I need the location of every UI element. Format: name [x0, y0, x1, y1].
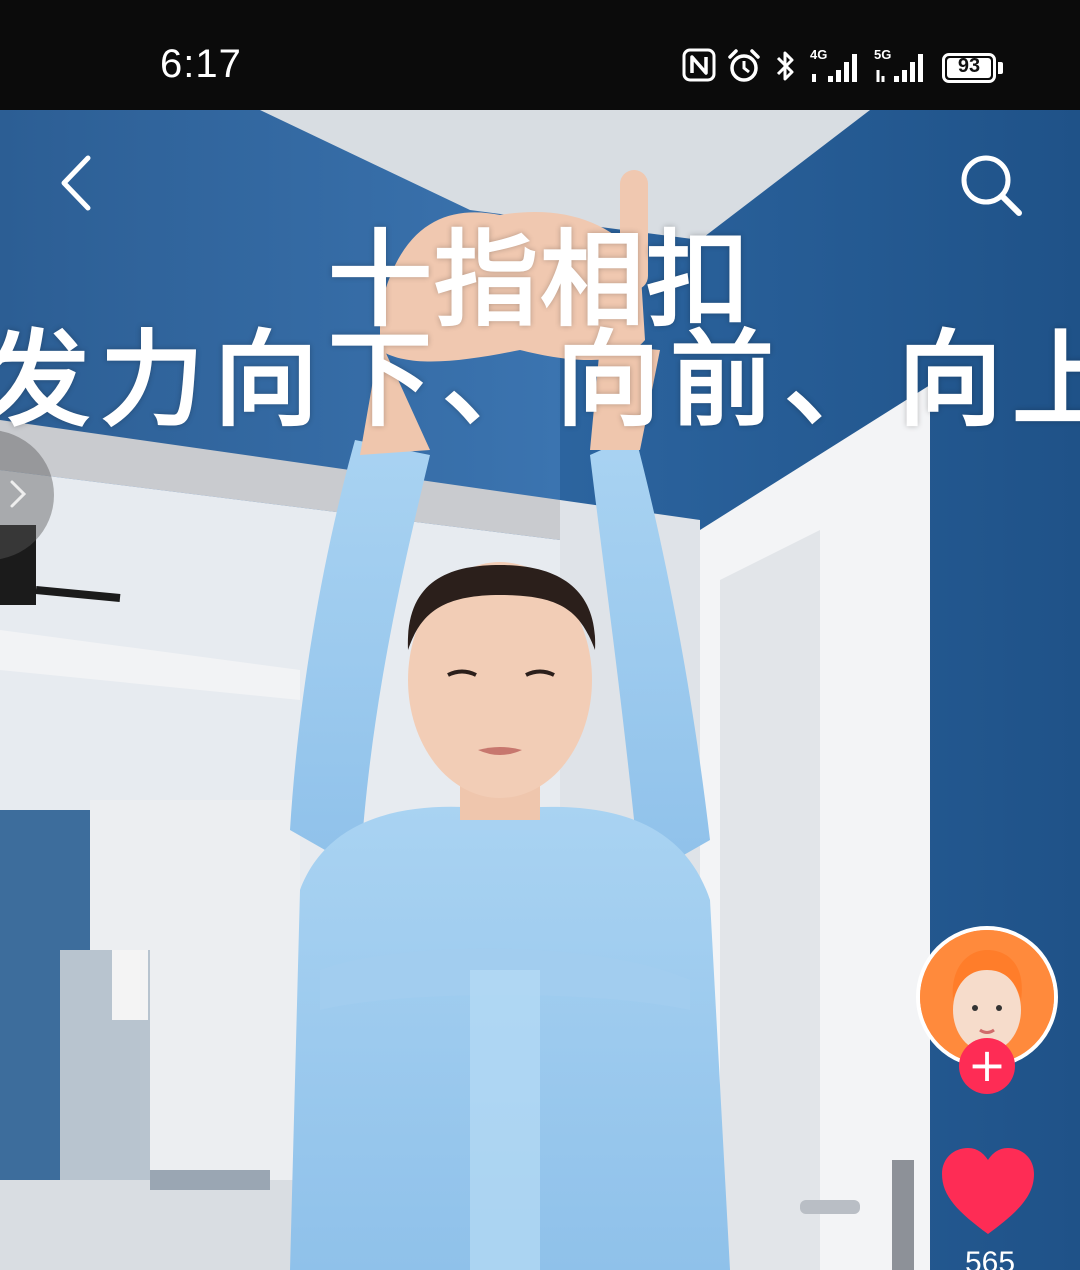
video-caption-title: 十指相扣 [327, 219, 752, 341]
follow-button[interactable]: + [959, 1038, 1015, 1094]
heart-icon[interactable] [938, 1146, 1038, 1238]
status-time: 6:17 [160, 42, 242, 86]
alarm-icon [728, 49, 760, 82]
search-icon[interactable] [956, 150, 1026, 220]
status-bar: 6:17 4G 5G 93 [0, 0, 1080, 110]
battery-icon: 93 [942, 53, 996, 83]
video-caption-subtitle: 发力向下、向前、向上推 [0, 319, 1080, 441]
battery-tip [998, 62, 1003, 74]
creator-avatar-group[interactable]: + [916, 926, 1058, 1094]
bluetooth-icon [776, 51, 794, 81]
signal-5g-icon: 5G [874, 48, 930, 84]
like-count: 565 [964, 1246, 1016, 1270]
back-arrow-icon[interactable] [56, 152, 96, 214]
chevron-right-icon [10, 480, 27, 508]
video-player[interactable]: 十指相扣 发力向下、向前、向上推 + 565 [0, 110, 1080, 1270]
nfc-icon [682, 48, 716, 82]
signal-4g-icon: 4G [810, 48, 862, 84]
